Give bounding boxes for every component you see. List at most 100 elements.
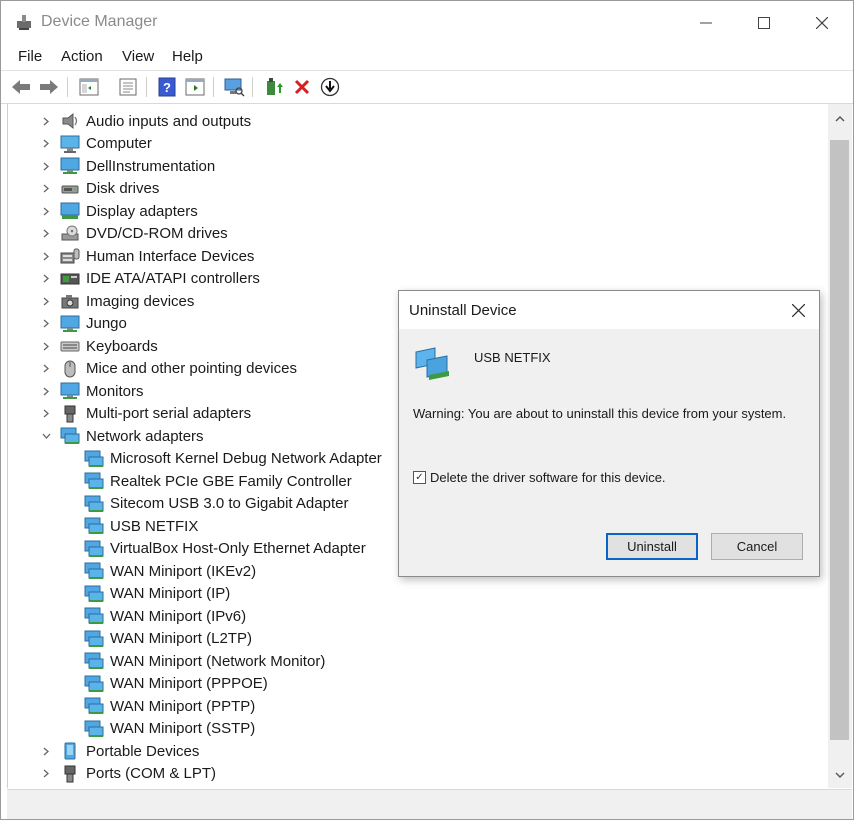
tree-device[interactable]: Sitecom USB 3.0 to Gigabit Adapter: [84, 493, 348, 515]
tree-device[interactable]: WAN Miniport (SSTP): [84, 718, 255, 740]
update-driver-button[interactable]: [263, 76, 285, 98]
back-button[interactable]: [10, 76, 32, 98]
close-icon: [791, 303, 805, 317]
network-icon: [84, 495, 104, 513]
forward-button[interactable]: [38, 76, 60, 98]
tree-device[interactable]: WAN Miniport (Network Monitor): [84, 650, 325, 672]
network-icon: [84, 630, 104, 648]
uninstall-confirm-button[interactable]: Uninstall: [606, 533, 698, 560]
tree-device[interactable]: WAN Miniport (PPPOE): [84, 673, 268, 695]
delete-driver-checkbox-label[interactable]: Delete the driver software for this devi…: [430, 470, 666, 485]
network-icon: [84, 585, 104, 603]
network-icon: [84, 450, 104, 468]
vertical-scrollbar[interactable]: [828, 104, 852, 788]
tree-category[interactable]: Computer: [60, 133, 152, 155]
tree-item-label: WAN Miniport (PPTP): [110, 697, 256, 715]
forward-icon: [40, 80, 58, 94]
chevron-right-icon[interactable]: [40, 358, 52, 380]
tree-item-label: DellInstrumentation: [86, 157, 216, 175]
tree-category[interactable]: Human Interface Devices: [60, 245, 254, 267]
tree-item-label: WAN Miniport (IPv6): [110, 607, 247, 625]
chevron-right-icon[interactable]: [40, 245, 52, 267]
chevron-right-icon[interactable]: [40, 380, 52, 402]
tree-category[interactable]: Display adapters: [60, 200, 198, 222]
chevron-down-icon[interactable]: [40, 425, 52, 447]
minimize-icon: [700, 22, 712, 24]
tree-item-label: WAN Miniport (Network Monitor): [110, 652, 326, 670]
uninstall-button[interactable]: [291, 76, 313, 98]
chevron-right-icon[interactable]: [40, 313, 52, 335]
scroll-up-arrow[interactable]: [828, 110, 852, 128]
tree-item-label: Mice and other pointing devices: [86, 360, 297, 377]
close-button[interactable]: [793, 1, 851, 45]
tree-device[interactable]: Microsoft Kernel Debug Network Adapter: [84, 448, 382, 470]
tree-device[interactable]: WAN Miniport (IKEv2): [84, 560, 256, 582]
tree-device[interactable]: VirtualBox Host-Only Ethernet Adapter: [84, 538, 366, 560]
tree-category[interactable]: Audio inputs and outputs: [60, 110, 251, 132]
chevron-right-icon[interactable]: [40, 133, 52, 155]
title-bar: Device Manager: [1, 1, 853, 45]
disk-drive-icon: [60, 180, 80, 198]
chevron-right-icon[interactable]: [40, 178, 52, 200]
menu-bar: File Action View Help: [1, 45, 853, 69]
show-hide-tree-button[interactable]: [78, 76, 100, 98]
tree-category[interactable]: Mice and other pointing devices: [60, 358, 297, 380]
network-icon: [84, 652, 104, 670]
tree-category[interactable]: DellInstrumentation: [60, 155, 215, 177]
properties-button[interactable]: [117, 76, 139, 98]
tree-category[interactable]: Portable Devices: [60, 740, 199, 762]
delete-driver-checkbox[interactable]: ✓: [413, 471, 426, 484]
tree-category[interactable]: Jungo: [60, 313, 127, 335]
tree-category[interactable]: Disk drives: [60, 178, 159, 200]
menu-action[interactable]: Action: [61, 48, 103, 65]
chevron-right-icon[interactable]: [40, 155, 52, 177]
scan-hardware-button[interactable]: [223, 76, 245, 98]
tree-device[interactable]: WAN Miniport (IPv6): [84, 605, 246, 627]
computer-icon: [60, 135, 80, 153]
monitor-icon: [60, 315, 80, 333]
chevron-right-icon[interactable]: [40, 223, 52, 245]
chevron-down-icon: [835, 772, 845, 778]
tree-category[interactable]: DVD/CD-ROM drives: [60, 223, 228, 245]
scroll-thumb[interactable]: [830, 140, 849, 740]
tree-device[interactable]: WAN Miniport (PPTP): [84, 695, 255, 717]
tree-item-label: Audio inputs and outputs: [86, 112, 252, 130]
toolbar: ?: [1, 70, 853, 104]
tree-category[interactable]: Ports (COM & LPT): [60, 763, 216, 785]
menu-file[interactable]: File: [18, 48, 42, 65]
tree-category[interactable]: IDE ATA/ATAPI controllers: [60, 268, 260, 290]
tree-item-label: WAN Miniport (PPPOE): [110, 675, 268, 692]
delete-driver-checkbox-row[interactable]: ✓ Delete the driver software for this de…: [413, 470, 666, 485]
tree-category-network-adapters[interactable]: Network adapters: [60, 425, 204, 447]
chevron-right-icon[interactable]: [40, 200, 52, 222]
tree-device[interactable]: WAN Miniport (IP): [84, 583, 230, 605]
menu-view[interactable]: View: [122, 48, 154, 65]
cancel-button[interactable]: Cancel: [711, 533, 803, 560]
help-button[interactable]: ?: [156, 76, 178, 98]
tree-device[interactable]: WAN Miniport (L2TP): [84, 628, 252, 650]
chevron-right-icon[interactable]: [40, 763, 52, 785]
dialog-close-button[interactable]: [785, 297, 811, 323]
download-button[interactable]: [319, 76, 341, 98]
tree-category[interactable]: Keyboards: [60, 335, 158, 357]
chevron-right-icon[interactable]: [40, 110, 52, 132]
tree-device[interactable]: USB NETFIX: [84, 515, 198, 537]
tree-category[interactable]: Multi-port serial adapters: [60, 403, 251, 425]
tree-category[interactable]: Monitors: [60, 380, 144, 402]
maximize-button[interactable]: [735, 1, 793, 45]
scroll-down-arrow[interactable]: [828, 766, 852, 784]
chevron-right-icon[interactable]: [40, 403, 52, 425]
tree-device[interactable]: Realtek PCIe GBE Family Controller: [84, 470, 352, 492]
chevron-right-icon[interactable]: [40, 740, 52, 762]
chevron-right-icon[interactable]: [40, 335, 52, 357]
chevron-right-icon[interactable]: [40, 268, 52, 290]
network-icon: [84, 607, 104, 625]
scan-hardware-icon: [224, 78, 245, 97]
menu-help[interactable]: Help: [172, 48, 203, 65]
chevron-up-icon: [835, 116, 845, 122]
chevron-right-icon[interactable]: [40, 290, 52, 312]
tree-item-label: Monitors: [86, 382, 144, 400]
run-button[interactable]: [184, 76, 206, 98]
minimize-button[interactable]: [677, 1, 735, 45]
tree-category[interactable]: Imaging devices: [60, 290, 194, 312]
